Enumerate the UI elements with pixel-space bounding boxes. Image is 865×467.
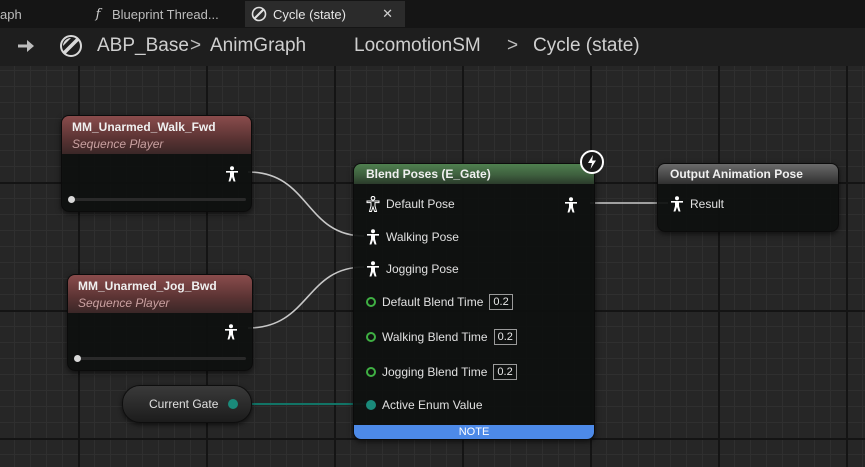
state-icon — [251, 6, 267, 22]
enum-pin-icon — [366, 400, 376, 410]
fast-path-icon — [580, 150, 604, 174]
node-title: MM_Unarmed_Walk_Fwd — [72, 120, 216, 134]
breadcrumb-separator: > — [507, 35, 519, 56]
sequence-player-walk-node[interactable]: MM_Unarmed_Walk_Fwd Sequence Player — [61, 115, 252, 212]
output-animation-pose-node[interactable]: Output Animation Pose Result — [657, 163, 839, 232]
walking-blend-time-pin[interactable]: Walking Blend Time 0.2 — [366, 327, 517, 347]
float-pin-icon — [366, 332, 376, 342]
node-header: MM_Unarmed_Jog_Bwd Sequence Player — [68, 275, 252, 313]
pose-pin-icon — [367, 261, 379, 277]
default-blend-time-input[interactable]: 0.2 — [489, 294, 513, 310]
pose-pin-icon — [366, 196, 380, 212]
node-title: MM_Unarmed_Jog_Bwd — [78, 279, 217, 293]
tab-label: aph — [0, 6, 22, 22]
note-button[interactable]: NOTE — [354, 425, 594, 439]
tab-blueprint-thread[interactable]: f Blueprint Thread... — [84, 1, 234, 27]
default-pose-pin[interactable]: Default Pose — [366, 194, 455, 214]
blend-poses-node[interactable]: Blend Poses (E_Gate) Default Pose Walkin… — [353, 163, 595, 440]
jogging-blend-time-pin[interactable]: Jogging Blend Time 0.2 — [366, 362, 517, 382]
playback-scrubber[interactable] — [74, 355, 81, 362]
tab-label: Cycle (state) — [273, 6, 346, 22]
current-gate-variable-node[interactable]: Current Gate — [122, 385, 252, 423]
node-title: Blend Poses (E_Gate) — [354, 164, 594, 184]
walking-pose-pin[interactable]: Walking Pose — [366, 227, 459, 247]
node-subtitle: Sequence Player — [78, 296, 170, 310]
close-icon[interactable]: ✕ — [382, 6, 393, 22]
playback-track[interactable] — [70, 198, 246, 201]
tab-bar: aph f Blueprint Thread... Cycle (state) … — [0, 0, 865, 28]
node-subtitle: Sequence Player — [72, 137, 164, 151]
result-pin[interactable]: Result — [670, 194, 724, 214]
node-header: MM_Unarmed_Walk_Fwd Sequence Player — [62, 116, 251, 154]
tab-label: Blueprint Thread... — [112, 6, 219, 22]
enum-output-pin-icon[interactable] — [228, 399, 239, 409]
pin-label: Jogging Blend Time — [382, 365, 488, 379]
breadcrumb-item-locomotionsm[interactable]: LocomotionSM — [354, 35, 481, 57]
breadcrumb-separator: > — [190, 35, 202, 56]
breadcrumb-item-cycle-state[interactable]: Cycle (state) — [533, 35, 640, 57]
sequence-player-jog-node[interactable]: MM_Unarmed_Jog_Bwd Sequence Player — [67, 274, 253, 371]
playback-scrubber[interactable] — [68, 196, 75, 203]
pose-pin-icon[interactable] — [225, 166, 239, 182]
playback-track[interactable] — [76, 357, 246, 360]
pin-label: Active Enum Value — [382, 398, 483, 412]
pin-label: Walking Blend Time — [382, 330, 488, 344]
default-blend-time-pin[interactable]: Default Blend Time 0.2 — [366, 292, 513, 312]
pin-label: Default Pose — [386, 197, 455, 211]
pose-pin-icon — [367, 229, 379, 245]
pose-pin-icon — [671, 196, 683, 212]
breadcrumb: ABP_Base > AnimGraph LocomotionSM > Cycl… — [0, 28, 865, 66]
function-icon: f — [95, 6, 101, 22]
jogging-pose-pin[interactable]: Jogging Pose — [366, 259, 459, 279]
jogging-blend-time-input[interactable]: 0.2 — [493, 364, 517, 380]
float-pin-icon — [366, 297, 376, 307]
node-title: Output Animation Pose — [658, 164, 838, 184]
float-pin-icon — [366, 367, 376, 377]
breadcrumb-item-abp-base[interactable]: ABP_Base — [97, 35, 189, 57]
breadcrumb-item-animgraph[interactable]: AnimGraph — [210, 35, 306, 57]
pin-label: Walking Pose — [386, 230, 459, 244]
pose-pin-icon[interactable] — [224, 324, 238, 340]
tab-cycle-state[interactable]: Cycle (state) ✕ — [245, 1, 405, 27]
active-enum-value-pin[interactable]: Active Enum Value — [366, 395, 483, 415]
forward-arrow-icon[interactable] — [17, 38, 37, 54]
walking-blend-time-input[interactable]: 0.2 — [493, 329, 517, 345]
state-icon — [60, 35, 82, 57]
pin-label: Default Blend Time — [382, 295, 484, 309]
tab-animgraph[interactable]: aph — [0, 1, 60, 27]
variable-label: Current Gate — [149, 397, 219, 411]
output-pose-pin-icon[interactable] — [564, 197, 578, 213]
pin-label: Jogging Pose — [386, 262, 459, 276]
pin-label: Result — [690, 197, 725, 211]
